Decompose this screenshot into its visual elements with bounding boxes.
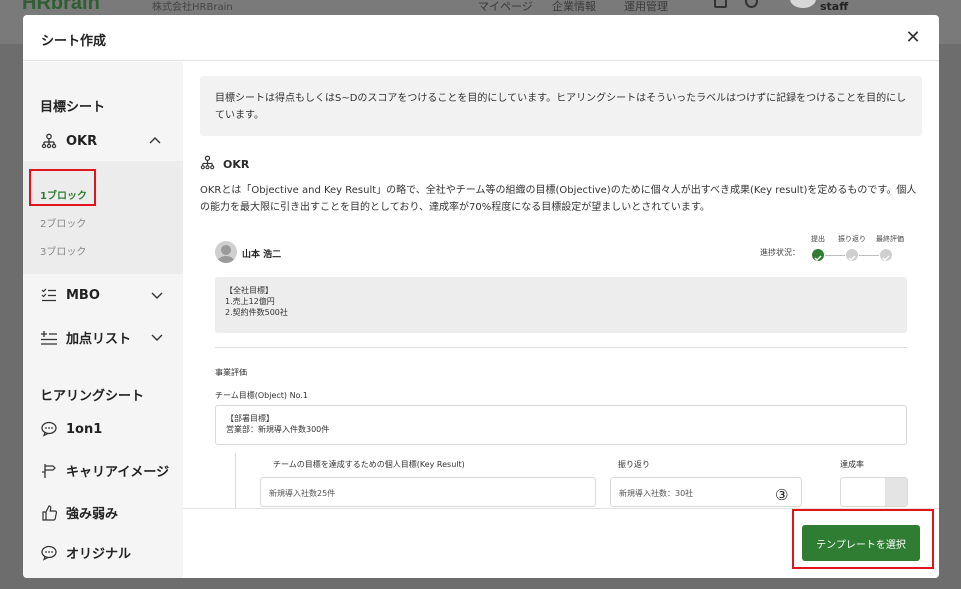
sidebar-item-strengths-weaknesses[interactable]: 強み弱み <box>40 503 118 522</box>
step-pending-icon <box>846 249 858 262</box>
sidebar-item-okr[interactable]: OKR <box>40 132 97 150</box>
sidebar-item-label: OKR <box>66 133 98 149</box>
rate-input <box>840 477 908 507</box>
preview-card: 山本 浩二 進捗状況： 提出 振り返り 最終評価 【全社目標】 1.売上12億円… <box>200 227 922 508</box>
okr-description: OKRとは「Objective and Key Result」の略で、全社やチー… <box>200 185 917 213</box>
document-icon <box>714 0 727 8</box>
step-connector <box>825 255 845 256</box>
company-goal-title: 【全社目標】 <box>225 286 273 295</box>
sidebar-subitem-block2[interactable]: 2ブロック <box>40 215 86 230</box>
highlight-box <box>29 169 96 206</box>
app-logo: HRbrain <box>22 0 100 14</box>
sheet-create-modal: シート作成 ✕ 目標シート OKR 1ブロック 2ブロック 3ブロック MBO <box>23 15 939 578</box>
step-label-submit: 提出 <box>811 235 825 243</box>
okr-title-text: OKR <box>223 157 250 171</box>
sidebar-item-1on1[interactable]: 1on1 <box>40 420 102 438</box>
hearing-sheet-heading: ヒアリングシート <box>40 389 145 404</box>
step-connector <box>859 255 879 256</box>
sidebar-item-mbo[interactable]: MBO <box>40 286 100 304</box>
okr-section-title: OKR <box>200 155 249 173</box>
dept-goal-title: 【部署目標】 <box>226 414 274 423</box>
avatar <box>215 241 237 263</box>
step-marker: ③ <box>775 486 789 504</box>
org-chart-icon <box>200 155 215 173</box>
company-goal-line: 2.契約件数500社 <box>225 308 288 317</box>
company-goal-box: 【全社目標】 1.売上12億円 2.契約件数500社 <box>215 277 907 333</box>
sidebar-item-career-image[interactable]: キャリアイメージ <box>40 461 169 480</box>
dept-goal-line: 営業部：新規導入件数300件 <box>226 425 330 434</box>
step-pending-icon <box>880 249 892 262</box>
user-name: staff <box>820 0 849 13</box>
modal-header: シート作成 ✕ <box>23 15 939 61</box>
sidebar-item-label: オリジナル <box>66 547 132 562</box>
nav-admin: 運用管理 <box>624 0 668 13</box>
reflection-input: 新規導入社数：30社 <box>610 477 802 507</box>
template-sidebar: 目標シート OKR 1ブロック 2ブロック 3ブロック MBO 加点リスト ヒア… <box>23 62 183 578</box>
sidebar-item-bonus-list[interactable]: 加点リスト <box>40 328 131 347</box>
col-label-reflection: 振り返り <box>618 460 650 469</box>
step-done-icon <box>812 249 824 262</box>
chevron-down-icon[interactable] <box>151 332 163 345</box>
preview-user-name: 山本 浩二 <box>242 250 282 260</box>
sidebar-item-label: 1on1 <box>66 421 103 437</box>
checklist-icon <box>40 286 58 304</box>
col-label-kr: チームの目標を達成するための個人目標(Key Result) <box>273 460 465 469</box>
help-icon <box>745 0 758 8</box>
list-plus-icon <box>40 329 58 347</box>
chevron-up-icon[interactable] <box>149 134 161 147</box>
sidebar-item-original[interactable]: オリジナル <box>40 543 131 562</box>
nav-mypage: マイページ <box>478 0 533 13</box>
sidebar-subitem-block3[interactable]: 3ブロック <box>40 243 86 258</box>
team-objective-label: チーム目標(Object) No.1 <box>215 391 308 400</box>
chat-bubble-icon <box>40 544 58 562</box>
sidebar-item-label: 加点リスト <box>66 332 132 347</box>
highlight-box <box>792 509 934 569</box>
org-chart-icon <box>40 132 58 150</box>
kr-input: 新規導入社数25件 <box>260 477 596 507</box>
kr-indent-line <box>235 453 236 508</box>
chat-icon <box>40 420 58 438</box>
info-notice: 目標シートは得点もしくはS~Dのスコアをつけることを目的にしています。ヒアリング… <box>200 76 922 136</box>
progress-label: 進捗状況： <box>760 248 800 257</box>
modal-title: シート作成 <box>41 34 107 49</box>
user-avatar <box>790 0 816 8</box>
rate-unit <box>885 478 907 506</box>
close-icon[interactable]: ✕ <box>903 28 923 48</box>
company-name: 株式会社HRBrain <box>152 2 233 13</box>
divider <box>215 347 907 348</box>
section-label: 事業評価 <box>215 368 247 377</box>
sidebar-item-label: キャリアイメージ <box>66 465 170 480</box>
company-goal-line: 1.売上12億円 <box>225 297 275 306</box>
step-label-reflection: 振り返り <box>838 235 866 243</box>
nav-company: 企業情報 <box>552 0 596 13</box>
signpost-icon <box>40 462 58 480</box>
sidebar-item-label: 強み弱み <box>66 507 119 522</box>
goal-sheet-heading: 目標シート <box>40 100 106 115</box>
template-preview[interactable]: 目標シートは得点もしくはS~Dのスコアをつけることを目的にしています。ヒアリング… <box>183 62 939 508</box>
thumbs-up-icon <box>40 504 58 522</box>
chevron-down-icon[interactable] <box>151 290 163 303</box>
sidebar-item-label: MBO <box>66 287 100 303</box>
dept-goal-box: 【部署目標】 営業部：新規導入件数300件 <box>215 405 907 445</box>
col-label-rate: 達成率 <box>840 460 864 469</box>
step-label-final: 最終評価 <box>876 235 904 243</box>
